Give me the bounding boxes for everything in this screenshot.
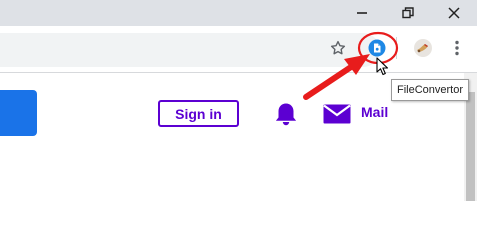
annotation-overlay (303, 31, 399, 100)
mouse-cursor-icon (376, 57, 389, 76)
annotation-arrow-shaft (303, 64, 354, 100)
